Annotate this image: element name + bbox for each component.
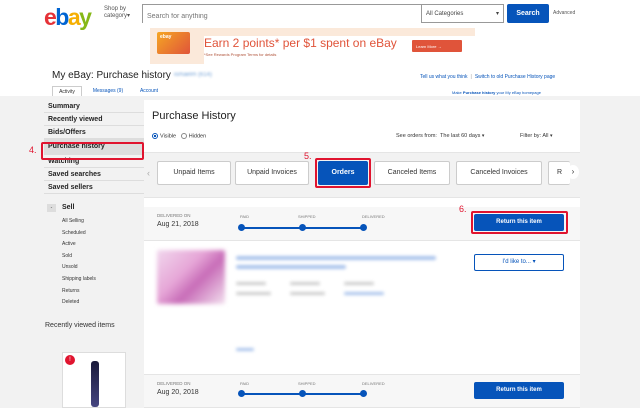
id-like-to-dropdown[interactable]: I'd like to... ▾: [474, 254, 564, 271]
promo-banner[interactable]: ebay Earn 2 points* per $1 spent on eBay…: [150, 28, 640, 344]
username[interactable]: ismaelm (614): [174, 72, 212, 78]
blurred-text: [290, 282, 320, 285]
step-paid: PAID: [240, 381, 250, 386]
progress-dot: [360, 390, 367, 397]
chevron-down-icon: ▾: [495, 11, 499, 17]
sidebar-item-saved-searches[interactable]: Saved searches: [44, 168, 144, 181]
shop-by-category-button[interactable]: Shop by category ▾: [104, 6, 134, 20]
tab-unpaid-items[interactable]: Unpaid Items: [157, 161, 231, 185]
sell-item-sold[interactable]: Sold: [62, 251, 96, 263]
step6-label: 6.: [459, 204, 467, 214]
tab-activity[interactable]: Activity: [52, 86, 82, 96]
blurred-link[interactable]: [344, 292, 384, 295]
arrow-right-icon: →: [437, 44, 442, 49]
tab-account[interactable]: Account: [134, 86, 164, 96]
blurred-link[interactable]: [236, 348, 254, 351]
sidebar-item-recently-viewed[interactable]: Recently viewed: [44, 113, 144, 126]
item-title-blurred[interactable]: [236, 265, 346, 269]
see-orders-from: See orders from: The last 60 days ▾: [396, 133, 485, 139]
sidebar-item-saved-sellers[interactable]: Saved sellers: [44, 181, 144, 194]
progress-dot: [299, 390, 306, 397]
step-delivered: DELIVERED: [362, 381, 385, 386]
progress-dot: [238, 224, 245, 231]
recently-viewed-heading: Recently viewed items: [45, 322, 115, 329]
pen-product-image: [91, 361, 99, 407]
sell-heading[interactable]: Sell: [62, 204, 74, 211]
search-button[interactable]: Search: [507, 4, 549, 23]
ebay-logo[interactable]: ebay: [44, 4, 92, 31]
sidebar-item-bids-offers[interactable]: Bids/Offers: [44, 126, 144, 139]
advanced-search-link[interactable]: Advanced: [553, 10, 575, 16]
sell-item-deleted[interactable]: Deleted: [62, 297, 96, 309]
tab-messages[interactable]: Messages (9): [88, 86, 128, 96]
sell-item-active[interactable]: Active: [62, 239, 96, 251]
chevron-down-icon: ▾: [481, 133, 485, 139]
item-image[interactable]: [157, 250, 225, 304]
step6-highlight: [471, 211, 568, 234]
sell-item-scheduled[interactable]: Scheduled: [62, 228, 96, 240]
sell-item-unsold[interactable]: Unsold: [62, 262, 96, 274]
period-dropdown[interactable]: The last 60 days ▾: [440, 133, 484, 139]
chevron-down-icon: ▾: [549, 133, 553, 139]
search-input[interactable]: [143, 8, 421, 25]
category-select[interactable]: All Categories ▾: [422, 4, 504, 23]
blurred-text: [290, 292, 325, 295]
sell-item-returns[interactable]: Returns: [62, 286, 96, 298]
filter-dropdown[interactable]: All ▾: [542, 133, 552, 139]
progress-dot: [238, 390, 245, 397]
step4-label: 4.: [29, 145, 37, 155]
tab-unpaid-invoices[interactable]: Unpaid Invoices: [235, 161, 309, 185]
delivered-label: DELIVERED ON: [157, 213, 191, 218]
tab-canceled-items[interactable]: Canceled Items: [374, 161, 450, 185]
credit-card-image: ebay: [157, 32, 190, 54]
step-paid: PAID: [240, 214, 250, 219]
scroll-left-icon[interactable]: ‹: [147, 168, 150, 178]
blurred-text: [344, 282, 374, 285]
link-separator: |: [470, 74, 472, 80]
feedback-link[interactable]: Tell us what you think: [420, 74, 468, 80]
step5-label: 5.: [304, 151, 312, 161]
visible-radio[interactable]: [152, 133, 158, 139]
alert-icon: !: [65, 355, 75, 365]
sell-item-shipping-labels[interactable]: Shipping labels: [62, 274, 96, 286]
banner-fineprint: *See Rewards Program Terms for details: [204, 52, 277, 57]
step-shipped: SHIPPED: [298, 381, 316, 386]
sell-collapse-toggle[interactable]: -: [47, 204, 56, 212]
step-shipped: SHIPPED: [298, 214, 316, 219]
make-homepage-link[interactable]: Make Purchase history your My eBay homep…: [452, 90, 541, 95]
sell-item-all-selling[interactable]: All Selling: [62, 216, 96, 228]
chevron-down-icon: ▾: [127, 13, 131, 19]
filter-by: Filter by: All ▾: [520, 133, 553, 139]
blurred-text: [236, 282, 266, 285]
delivered-label: DELIVERED ON: [157, 381, 191, 386]
blurred-text: [236, 292, 271, 295]
delivered-date: Aug 20, 2018: [157, 389, 199, 396]
return-item-button[interactable]: Return this item: [474, 382, 564, 399]
step-delivered: DELIVERED: [362, 214, 385, 219]
page-title: My eBay: Purchase history: [52, 70, 171, 81]
progress-dot: [299, 224, 306, 231]
progress-dot: [360, 224, 367, 231]
top-links: Tell us what you think | Switch to old Pur…: [420, 74, 555, 80]
step4-highlight: [41, 142, 144, 160]
tab-canceled-invoices[interactable]: Canceled Invoices: [456, 161, 542, 185]
recently-viewed-item[interactable]: !: [62, 352, 126, 408]
switch-old-page-link[interactable]: Switch to old Purchase History page: [475, 74, 555, 80]
purchase-history-heading: Purchase History: [152, 110, 236, 122]
learn-more-button[interactable]: Learn More →: [412, 40, 462, 52]
chevron-down-icon: ▾: [532, 259, 536, 265]
sidebar-item-summary[interactable]: Summary: [44, 100, 144, 113]
search-input-wrapper[interactable]: [142, 4, 422, 25]
sell-subitems: All Selling Scheduled Active Sold Unsold…: [62, 216, 96, 309]
hidden-radio[interactable]: [180, 133, 187, 139]
delivered-date: Aug 21, 2018: [157, 221, 199, 228]
visibility-toggle: Visible Hidden: [152, 133, 206, 139]
scroll-right-icon[interactable]: ›: [567, 165, 579, 179]
step5-highlight: [315, 158, 371, 188]
item-title-blurred[interactable]: [236, 256, 436, 260]
